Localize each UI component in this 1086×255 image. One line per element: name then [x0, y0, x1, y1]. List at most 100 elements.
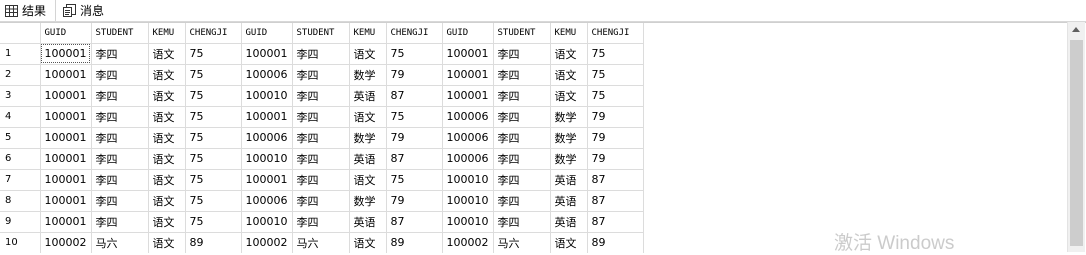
- table-cell[interactable]: 75: [185, 43, 242, 65]
- row-number[interactable]: 1: [0, 43, 41, 65]
- tab-results[interactable]: 结果: [0, 0, 56, 21]
- table-cell[interactable]: 89: [386, 232, 443, 253]
- table-cell[interactable]: 100001: [442, 43, 494, 65]
- table-cell[interactable]: 李四: [493, 106, 551, 128]
- table-cell[interactable]: 数学: [550, 106, 588, 128]
- table-cell[interactable]: 语文: [148, 43, 186, 65]
- table-cell[interactable]: 87: [587, 190, 644, 212]
- row-number[interactable]: 3: [0, 85, 41, 107]
- table-cell[interactable]: 100010: [442, 211, 494, 233]
- table-cell[interactable]: 89: [587, 232, 644, 253]
- table-cell[interactable]: 100001: [40, 106, 92, 128]
- table-cell[interactable]: 英语: [349, 148, 387, 170]
- table-cell[interactable]: 语文: [148, 169, 186, 191]
- column-header[interactable]: CHENGJI: [587, 23, 644, 44]
- table-cell[interactable]: 李四: [292, 85, 350, 107]
- table-cell[interactable]: 75: [185, 85, 242, 107]
- table-cell[interactable]: 语文: [148, 190, 186, 212]
- table-cell[interactable]: 语文: [148, 232, 186, 253]
- table-cell[interactable]: 李四: [493, 148, 551, 170]
- table-cell[interactable]: 语文: [148, 64, 186, 86]
- table-cell[interactable]: 75: [587, 43, 644, 65]
- table-cell[interactable]: 75: [386, 169, 443, 191]
- table-cell[interactable]: 李四: [292, 211, 350, 233]
- table-cell[interactable]: 87: [386, 148, 443, 170]
- table-cell[interactable]: 李四: [292, 106, 350, 128]
- tab-messages[interactable]: 消息: [58, 0, 114, 21]
- table-cell[interactable]: 79: [386, 64, 443, 86]
- table-cell[interactable]: 75: [185, 64, 242, 86]
- table-cell[interactable]: 李四: [493, 64, 551, 86]
- table-cell[interactable]: 75: [185, 190, 242, 212]
- column-header[interactable]: KEMU: [148, 23, 186, 44]
- column-header[interactable]: GUID: [442, 23, 494, 44]
- table-cell[interactable]: 李四: [292, 64, 350, 86]
- table-cell[interactable]: 李四: [91, 106, 149, 128]
- table-cell[interactable]: 李四: [91, 169, 149, 191]
- row-number[interactable]: 8: [0, 190, 41, 212]
- column-header[interactable]: STUDENT: [292, 23, 350, 44]
- table-cell[interactable]: 数学: [550, 148, 588, 170]
- column-header[interactable]: STUDENT: [91, 23, 149, 44]
- row-number-header[interactable]: [0, 23, 41, 44]
- table-cell[interactable]: 马六: [91, 232, 149, 253]
- table-cell[interactable]: 李四: [91, 211, 149, 233]
- table-cell[interactable]: 语文: [550, 232, 588, 253]
- table-cell[interactable]: 英语: [550, 190, 588, 212]
- table-cell[interactable]: 100006: [442, 106, 494, 128]
- table-cell[interactable]: 李四: [91, 148, 149, 170]
- table-cell[interactable]: 语文: [349, 43, 387, 65]
- table-cell[interactable]: 100001: [241, 43, 293, 65]
- table-cell[interactable]: 87: [386, 211, 443, 233]
- table-cell[interactable]: 100006: [442, 148, 494, 170]
- table-cell[interactable]: 100001: [40, 127, 92, 149]
- table-cell[interactable]: 马六: [292, 232, 350, 253]
- table-cell[interactable]: 100006: [241, 64, 293, 86]
- table-cell[interactable]: 100010: [442, 190, 494, 212]
- column-header[interactable]: KEMU: [349, 23, 387, 44]
- table-cell[interactable]: 数学: [349, 190, 387, 212]
- table-cell[interactable]: 75: [185, 127, 242, 149]
- table-cell[interactable]: 数学: [349, 127, 387, 149]
- table-cell[interactable]: 100001: [40, 211, 92, 233]
- selected-cell[interactable]: 100001: [40, 43, 92, 65]
- table-cell[interactable]: 语文: [349, 232, 387, 253]
- table-cell[interactable]: 语文: [550, 85, 588, 107]
- scrollbar-thumb[interactable]: [1070, 40, 1083, 246]
- table-cell[interactable]: 英语: [349, 211, 387, 233]
- table-cell[interactable]: 100001: [442, 64, 494, 86]
- table-cell[interactable]: 100010: [241, 211, 293, 233]
- table-cell[interactable]: 语文: [148, 148, 186, 170]
- table-cell[interactable]: 100001: [40, 169, 92, 191]
- row-number[interactable]: 4: [0, 106, 41, 128]
- table-cell[interactable]: 100001: [241, 169, 293, 191]
- table-cell[interactable]: 87: [587, 169, 644, 191]
- table-cell[interactable]: 100006: [241, 127, 293, 149]
- scroll-up-arrow-icon[interactable]: [1072, 27, 1080, 32]
- table-cell[interactable]: 语文: [550, 64, 588, 86]
- column-header[interactable]: STUDENT: [493, 23, 551, 44]
- table-cell[interactable]: 英语: [349, 85, 387, 107]
- table-cell[interactable]: 100001: [40, 148, 92, 170]
- table-cell[interactable]: 英语: [550, 169, 588, 191]
- table-cell[interactable]: 100002: [40, 232, 92, 253]
- table-cell[interactable]: 75: [587, 85, 644, 107]
- row-number[interactable]: 10: [0, 232, 41, 253]
- table-cell[interactable]: 李四: [292, 127, 350, 149]
- table-cell[interactable]: 87: [587, 211, 644, 233]
- table-cell[interactable]: 语文: [349, 169, 387, 191]
- row-number[interactable]: 6: [0, 148, 41, 170]
- column-header[interactable]: CHENGJI: [185, 23, 242, 44]
- table-cell[interactable]: 79: [587, 106, 644, 128]
- table-cell[interactable]: 李四: [292, 43, 350, 65]
- table-cell[interactable]: 李四: [91, 64, 149, 86]
- column-header[interactable]: GUID: [40, 23, 92, 44]
- table-cell[interactable]: 75: [185, 211, 242, 233]
- table-cell[interactable]: 100001: [241, 106, 293, 128]
- row-number[interactable]: 2: [0, 64, 41, 86]
- table-cell[interactable]: 李四: [493, 169, 551, 191]
- table-cell[interactable]: 100006: [442, 127, 494, 149]
- table-cell[interactable]: 李四: [292, 148, 350, 170]
- table-cell[interactable]: 李四: [493, 211, 551, 233]
- column-header[interactable]: KEMU: [550, 23, 588, 44]
